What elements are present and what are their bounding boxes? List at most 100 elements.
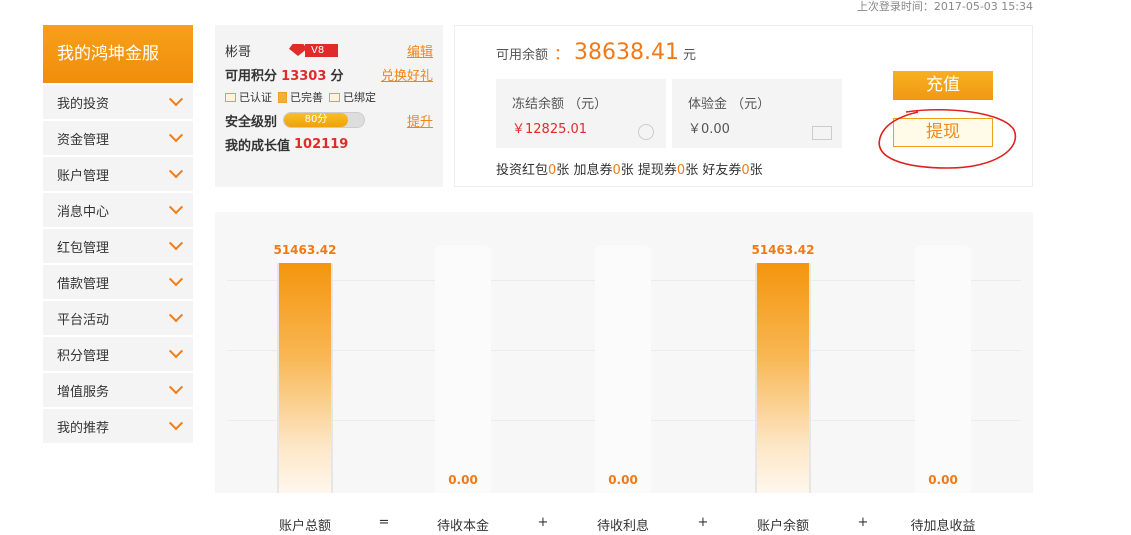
edit-link[interactable]: 编辑 — [407, 41, 433, 60]
bar-track — [915, 245, 971, 493]
bank-card-icon — [329, 92, 340, 102]
bar-value-label: 0.00 — [448, 473, 478, 487]
vip-badge: V8 — [289, 43, 339, 57]
badge-label: 已绑定 — [343, 91, 376, 104]
bar-track — [277, 245, 333, 493]
annotation-circle — [878, 108, 1017, 169]
asset-chart: 51463.42 0.00 0.00 51463.42 0.00 账户总额 待收本金 待收利… — [215, 212, 1033, 535]
sidebar-item-label: 借款管理 — [57, 276, 110, 292]
security-level-label: 安全级别 — [225, 114, 278, 130]
sidebar-item-label: 资金管理 — [57, 132, 110, 148]
recharge-button[interactable]: 充值 — [893, 71, 993, 100]
growth-label: 我的成长值 — [225, 138, 291, 154]
available-balance-label: 可用余额 — [496, 48, 549, 63]
id-card-icon — [225, 92, 236, 102]
sidebar-item-label: 红包管理 — [57, 240, 110, 256]
category-label: 账户余额 — [756, 519, 810, 534]
coupon-label: 加息券 — [573, 163, 613, 178]
coupon-summary: 投资红包0张 加息券0张 提现券0张 好友券0张 — [496, 159, 763, 178]
bar-value-label: 51463.42 — [273, 243, 337, 257]
coupon-label: 投资红包 — [496, 163, 549, 178]
sidebar-item-label: 消息中心 — [57, 204, 110, 220]
trial-fund-label: 体验金 （元） — [688, 97, 771, 112]
sidebar-item-value-added[interactable]: 增值服务 — [43, 373, 193, 407]
chevron-down-icon — [168, 200, 184, 215]
chevron-down-icon — [168, 344, 184, 359]
document-icon — [278, 91, 287, 103]
points-unit: 分 — [330, 68, 344, 84]
sidebar-item-my-investment[interactable]: 我的投资 — [43, 85, 193, 119]
sidebar-title: 我的鸿坤金服 — [43, 25, 193, 83]
briefcase-icon — [812, 126, 832, 140]
bar-value-label: 0.00 — [928, 473, 958, 487]
sidebar-item-red-packet[interactable]: 红包管理 — [43, 229, 193, 263]
chevron-down-icon — [168, 236, 184, 251]
coupon-unit: 张 — [556, 163, 570, 178]
username: 彬哥 — [225, 44, 252, 60]
security-level-value: 80分 — [284, 113, 349, 127]
badge-label: 已完善 — [290, 91, 323, 104]
coupon-count: 0 — [676, 163, 686, 178]
chevron-down-icon — [168, 272, 184, 287]
bar — [755, 263, 811, 493]
vip-level: V8 — [305, 43, 339, 57]
asset-formula: 账户总额 待收本金 待收利息 账户余额 待加息收益 = + + + — [215, 493, 1033, 535]
chevron-down-icon — [168, 308, 184, 323]
sidebar-item-label: 积分管理 — [57, 348, 110, 364]
sidebar-item-label: 增值服务 — [57, 384, 110, 400]
sidebar-item-label: 平台活动 — [57, 312, 110, 328]
sidebar-item-my-referral[interactable]: 我的推荐 — [43, 409, 193, 443]
sidebar-item-account-management[interactable]: 账户管理 — [43, 157, 193, 191]
frozen-balance-label: 冻结余额 （元） — [512, 97, 608, 112]
verified-badge: 已认证 — [225, 89, 272, 105]
category-label: 待收利息 — [596, 519, 650, 534]
bar — [277, 263, 333, 493]
chevron-down-icon — [168, 416, 184, 431]
available-balance-unit: 元 — [683, 48, 697, 63]
bar-track — [755, 245, 811, 493]
bar-value-label: 51463.42 — [751, 243, 815, 257]
last-login-time: 上次登录时间：2017-05-03 15:34 — [856, 0, 1033, 13]
points-value: 13303 — [281, 68, 327, 84]
category-label: 待加息收益 — [910, 519, 976, 534]
available-balance-colon: ： — [554, 44, 571, 63]
coupon-label: 好友券 — [702, 163, 742, 178]
sidebar-item-label: 我的投资 — [57, 96, 110, 112]
chevron-down-icon — [168, 92, 184, 107]
bound-badge: 已绑定 — [329, 89, 376, 105]
sidebar-item-message-center[interactable]: 消息中心 — [43, 193, 193, 227]
trial-fund-box: 体验金 （元） ￥0.00 — [672, 79, 842, 148]
completed-badge: 已完善 — [278, 89, 323, 105]
sidebar: 我的鸿坤金服 我的投资 资金管理 账户管理 消息中心 红包管理 借款管理 平台活… — [43, 25, 193, 443]
coupon-unit: 张 — [620, 163, 634, 178]
bar-value-label: 0.00 — [608, 473, 638, 487]
available-balance: 可用余额 ： 38638.41 元 — [496, 40, 696, 65]
exchange-gift-link[interactable]: 兑换好礼 — [381, 65, 433, 84]
coupon-count: 0 — [612, 163, 621, 178]
sidebar-item-label: 我的推荐 — [57, 420, 110, 436]
category-label: 待收本金 — [436, 519, 490, 534]
coupon-unit: 张 — [685, 163, 699, 178]
chevron-down-icon — [168, 128, 184, 143]
upgrade-security-link[interactable]: 提升 — [407, 111, 433, 130]
category-label: 账户总额 — [278, 519, 332, 534]
security-level-bar: 80分 — [283, 112, 366, 128]
frozen-balance-box: 冻结余额 （元） ￥12825.01 — [496, 79, 666, 148]
sidebar-item-loan-management[interactable]: 借款管理 — [43, 265, 193, 299]
sidebar-item-fund-management[interactable]: 资金管理 — [43, 121, 193, 155]
sidebar-item-label: 账户管理 — [57, 168, 110, 184]
sidebar-item-platform-activity[interactable]: 平台活动 — [43, 301, 193, 335]
formula-operator: = — [378, 515, 390, 530]
growth-value: 102119 — [294, 136, 349, 152]
formula-operator: + — [857, 515, 869, 530]
bar-track — [435, 245, 491, 493]
sidebar-item-points-management[interactable]: 积分管理 — [43, 337, 193, 371]
coupon-label: 提现券 — [637, 163, 677, 178]
available-balance-value: 38638.41 — [574, 40, 680, 65]
points-label: 可用积分 — [225, 68, 278, 84]
chevron-down-icon — [168, 164, 184, 179]
formula-operator: + — [537, 515, 549, 530]
coupon-unit: 张 — [749, 163, 763, 178]
chevron-down-icon — [168, 380, 184, 395]
formula-operator: + — [697, 515, 709, 530]
